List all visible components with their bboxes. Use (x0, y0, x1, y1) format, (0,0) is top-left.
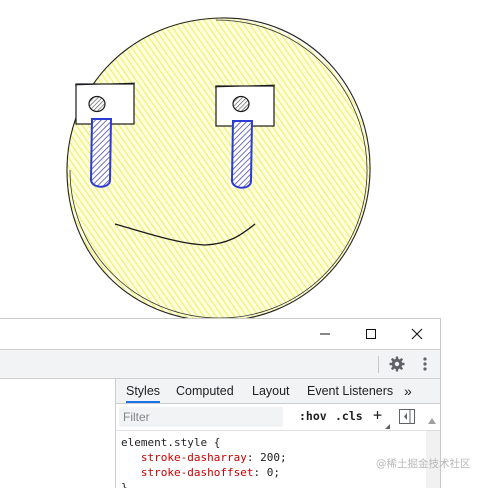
smiley-drawing (66, 17, 371, 318)
minimize-icon[interactable] (302, 319, 348, 349)
more-tabs-chevron-icon[interactable]: » (404, 379, 412, 403)
devtools-window: Styles Computed Layout Event Listeners »… (0, 318, 441, 488)
gear-icon[interactable] (388, 355, 406, 373)
face-circle (66, 17, 371, 318)
property-value[interactable]: 200 (260, 451, 280, 464)
property-name[interactable]: stroke-dasharray (141, 451, 247, 464)
hov-toggle-button[interactable]: :hov (299, 409, 327, 423)
devtools-toolbar (0, 349, 440, 379)
toolbar-divider (378, 356, 379, 373)
new-style-rule-button[interactable]: + (373, 406, 382, 424)
styles-filter-bar: :hov .cls + (116, 404, 440, 431)
left-tear (89, 118, 113, 188)
cls-toggle-button[interactable]: .cls (335, 409, 363, 423)
sidebar-tabs: Styles Computed Layout Event Listeners » (116, 379, 440, 404)
right-pupil (232, 95, 250, 113)
maximize-icon[interactable] (348, 319, 394, 349)
property-name[interactable]: stroke-dashoffset (141, 466, 254, 479)
corner-triangle-icon (385, 418, 390, 432)
tab-styles[interactable]: Styles (126, 379, 161, 403)
tab-computed[interactable]: Computed (176, 379, 234, 403)
devtools-titlebar[interactable] (0, 319, 440, 349)
tab-event-listeners[interactable]: Event Listeners (307, 379, 393, 403)
kebab-menu-icon[interactable] (416, 355, 434, 373)
left-pupil (88, 95, 106, 113)
toggle-sidebar-icon[interactable] (399, 409, 415, 427)
elements-pane (0, 379, 116, 488)
property-value[interactable]: 0 (267, 466, 274, 479)
rule-selector: element.style { (121, 436, 221, 449)
close-icon[interactable] (394, 319, 440, 349)
scroll-up-arrow-icon[interactable] (428, 413, 436, 427)
rule-closing-brace: } (121, 481, 128, 488)
tab-layout[interactable]: Layout (252, 379, 290, 403)
right-tear (230, 120, 254, 189)
filter-input[interactable] (119, 407, 283, 427)
watermark-text: @稀土掘金技术社区 (376, 458, 471, 470)
styles-pane: Styles Computed Layout Event Listeners »… (116, 379, 440, 488)
